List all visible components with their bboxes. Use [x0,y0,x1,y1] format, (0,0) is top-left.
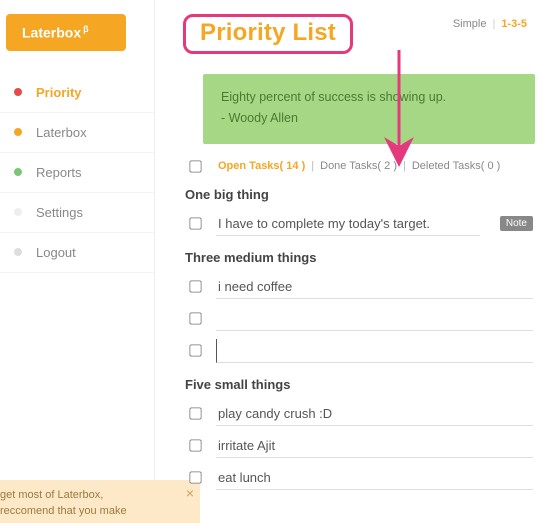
nav-list: Priority Laterbox Reports Settings Logou… [0,73,154,273]
sidebar-item-settings[interactable]: Settings [0,193,154,233]
view-mode-value[interactable]: 1-3-5 [501,18,527,30]
sidebar-item-label: Settings [36,205,83,220]
sidebar-item-priority[interactable]: Priority [0,73,154,113]
task-input[interactable] [216,466,533,490]
filter-done[interactable]: Done Tasks( 2 ) [320,160,397,172]
page-title: Priority List [200,19,336,47]
section-heading: Three medium things [185,250,533,265]
task-row [189,434,533,458]
section-heading: Five small things [185,377,533,392]
task-input[interactable] [216,307,533,331]
task-row [189,307,533,331]
task-checkbox[interactable] [189,344,201,356]
select-all-checkbox[interactable] [189,160,201,172]
laterbox-icon [14,128,22,136]
task-filters: Open Tasks( 14 ) | Done Tasks( 2 ) | Del… [187,160,543,173]
task-input[interactable] [216,402,533,426]
quote-author: - Woody Allen [221,109,517,128]
separator: | [492,18,495,30]
section-heading: One big thing [185,187,533,202]
note-button[interactable]: Note [500,216,533,231]
task-input[interactable] [216,339,533,363]
task-row [189,402,533,426]
task-input[interactable] [216,434,533,458]
page-title-highlight: Priority List [183,14,353,54]
sidebar-item-laterbox[interactable]: Laterbox [0,113,154,153]
task-checkbox[interactable] [189,280,201,292]
view-mode-label[interactable]: Simple [453,18,487,30]
task-row [189,275,533,299]
task-checkbox[interactable] [189,312,201,324]
tip-line1: get most of Laterbox, [0,488,176,503]
main-content: Priority List Simple | 1-3-5 Eighty perc… [155,0,543,523]
sidebar: Laterboxβ Priority Laterbox Reports Sett… [0,0,155,523]
task-checkbox[interactable] [189,217,201,229]
priority-icon [14,88,22,96]
view-mode: Simple | 1-3-5 [453,18,543,30]
logo-name: Laterbox [22,25,81,41]
reports-icon [14,168,22,176]
sidebar-item-logout[interactable]: Logout [0,233,154,273]
logout-icon [14,248,22,256]
sidebar-item-label: Priority [36,85,82,100]
section-medium: Three medium things [183,250,543,363]
sidebar-item-label: Reports [36,165,82,180]
sidebar-item-reports[interactable]: Reports [0,153,154,193]
task-input[interactable] [216,275,533,299]
section-big: One big thing Note [183,187,543,236]
task-checkbox[interactable] [189,439,201,451]
logo-badge: β [83,24,89,34]
tip-line2: reccomend that you make [0,504,176,519]
task-checkbox[interactable] [189,471,201,483]
task-row [189,466,533,490]
quote-text: Eighty percent of success is showing up. [221,88,517,107]
filter-deleted[interactable]: Deleted Tasks( 0 ) [412,160,500,172]
sidebar-item-label: Laterbox [36,125,87,140]
task-row: Note [189,212,533,236]
task-input[interactable] [216,212,480,236]
quote-box: Eighty percent of success is showing up.… [203,74,535,144]
section-small: Five small things [183,377,543,490]
task-checkbox[interactable] [189,407,201,419]
task-row [189,339,533,363]
filter-open[interactable]: Open Tasks( 14 ) [218,160,305,172]
settings-icon [14,208,22,216]
sidebar-item-label: Logout [36,245,76,260]
logo-button[interactable]: Laterboxβ [6,14,126,51]
